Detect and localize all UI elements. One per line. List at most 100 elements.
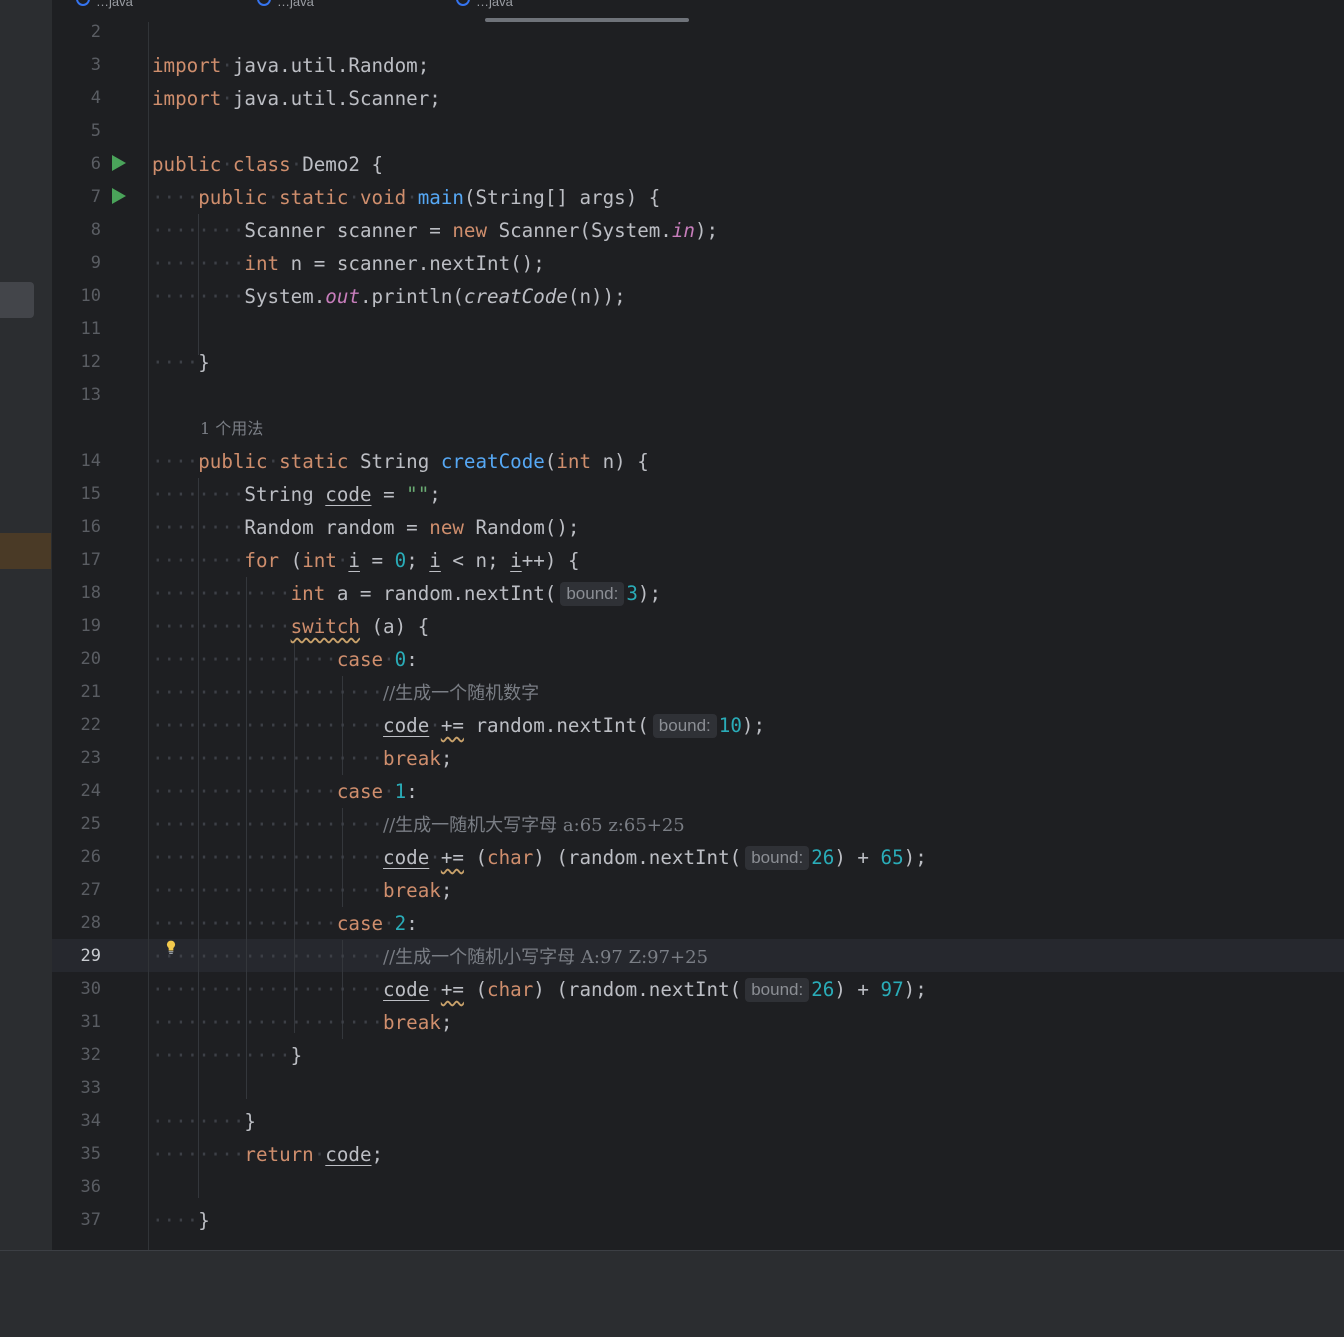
code-text: : xyxy=(406,648,418,671)
code-text: System. xyxy=(244,285,326,308)
tool-window-button-bookmark[interactable] xyxy=(0,533,51,569)
line-number: 25 xyxy=(80,814,101,834)
editor-gutter: 2 3 4 5 6 7 8 9 10 11 12 13 14 15 16 17 … xyxy=(52,22,176,1250)
reassigned-variable: code xyxy=(383,846,430,869)
parameter-hint: bound: xyxy=(745,846,810,870)
code-text: } xyxy=(290,1044,303,1067)
code-text: n) { xyxy=(591,450,649,473)
code-text: a = random.nextInt( xyxy=(325,582,557,605)
code-editor[interactable]: 2 3 4 5 6 7 8 9 10 11 12 13 14 15 16 17 … xyxy=(52,22,1344,1250)
keyword: new xyxy=(452,219,488,242)
code-line: ············int a = random.nextInt(bound… xyxy=(152,582,661,606)
line-number: 27 xyxy=(80,880,101,900)
keyword: int xyxy=(244,252,280,275)
parameter-hint: bound: xyxy=(560,582,625,606)
tool-window-button-active[interactable] xyxy=(0,282,34,318)
code-text: } xyxy=(198,351,210,374)
code-text: ( xyxy=(463,846,488,869)
line-number: 31 xyxy=(80,1012,101,1032)
line-number: 34 xyxy=(80,1111,101,1131)
code-text: String xyxy=(348,450,441,473)
code-text: ); xyxy=(741,714,765,737)
code-text: ( xyxy=(463,978,488,1001)
code-text: ) + xyxy=(834,978,881,1001)
code-text: ); xyxy=(903,846,927,869)
line-number: 10 xyxy=(80,286,101,306)
line-number: 22 xyxy=(80,715,101,735)
code-text: : xyxy=(406,780,418,803)
line-number: 18 xyxy=(80,583,101,603)
code-line-current: ····················//生成一个随机小写字母 A:97 Z:… xyxy=(152,945,709,968)
code-text: ); xyxy=(694,219,719,242)
reassigned-variable: i xyxy=(510,549,522,572)
number-literal: 97 xyxy=(880,978,904,1001)
code-text: ; xyxy=(406,549,430,572)
code-text: : xyxy=(406,912,418,935)
keyword: void xyxy=(359,186,407,209)
line-number: 30 xyxy=(80,979,101,999)
code-line: ····················//生成一个随机数字 xyxy=(152,681,540,704)
keyword: public xyxy=(198,186,268,209)
operator-warning[interactable]: += xyxy=(441,846,464,869)
number-literal: 26 xyxy=(811,846,835,869)
keyword: int xyxy=(302,549,337,572)
line-number: 23 xyxy=(80,748,101,768)
code-line: ····················code·+= (char) (rand… xyxy=(152,978,927,1002)
line-number: 8 xyxy=(90,220,101,240)
code-text: java.util.Random; xyxy=(232,54,430,77)
code-area[interactable]: import·java.util.Random; import·java.uti… xyxy=(152,22,1344,1250)
run-icon[interactable] xyxy=(112,188,126,204)
code-line: ············switch (a) { xyxy=(152,615,430,638)
ide-window: …java …java …java 2 3 4 5 6 7 8 9 10 11 … xyxy=(0,0,1344,1337)
keyword-warning[interactable]: switch xyxy=(291,615,360,638)
code-text: n = scanner.nextInt(); xyxy=(279,252,545,275)
line-number: 21 xyxy=(80,682,101,702)
operator-warning[interactable]: += xyxy=(441,978,464,1001)
keyword: case xyxy=(336,648,384,671)
code-line: ········} xyxy=(152,1110,256,1133)
keyword: char xyxy=(487,846,534,869)
line-number: 17 xyxy=(80,550,101,570)
keyword: public xyxy=(198,450,268,473)
keyword: static xyxy=(279,186,349,209)
code-text: ( xyxy=(544,450,557,473)
code-text: = xyxy=(371,483,407,506)
code-text: } xyxy=(244,1110,256,1133)
line-number: 26 xyxy=(80,847,101,867)
string-literal: "" xyxy=(406,483,430,506)
reassigned-variable: i xyxy=(348,549,360,572)
code-text: ; xyxy=(440,879,453,902)
keyword: break xyxy=(383,747,441,770)
line-number: 35 xyxy=(80,1144,101,1164)
code-line: ····public·static·void·main(String[] arg… xyxy=(152,186,661,209)
number-literal: 3 xyxy=(626,582,638,605)
left-tool-strip xyxy=(0,0,53,1250)
method-name: main xyxy=(417,186,464,209)
code-text: < n; xyxy=(440,549,511,572)
code-text: ( xyxy=(279,549,303,572)
editor-tab[interactable]: …java xyxy=(277,0,314,9)
code-text: ); xyxy=(637,582,661,605)
code-line: ····················code·+= random.nextI… xyxy=(152,714,765,738)
code-text: .println( xyxy=(359,285,464,308)
code-text: ; xyxy=(371,1143,384,1166)
code-text: ; xyxy=(429,483,441,506)
java-class-icon xyxy=(257,0,271,6)
keyword: case xyxy=(336,912,384,935)
number-literal: 0 xyxy=(394,648,407,671)
code-text: random.nextInt( xyxy=(463,714,649,737)
editor-tab[interactable]: …java xyxy=(96,0,133,9)
usages-hint[interactable]: 1 个用法 xyxy=(200,412,263,445)
number-literal: 2 xyxy=(394,912,407,935)
operator-warning[interactable]: += xyxy=(441,714,464,737)
line-number: 28 xyxy=(80,913,101,933)
editor-tab-active[interactable]: …java xyxy=(476,0,513,9)
line-number: 9 xyxy=(90,253,101,273)
keyword: static xyxy=(279,450,349,473)
run-icon[interactable] xyxy=(112,155,126,171)
line-number-current: 29 xyxy=(80,946,101,966)
keyword: public xyxy=(152,153,222,176)
line-number: 6 xyxy=(90,154,101,174)
line-number: 13 xyxy=(80,385,101,405)
number-literal: 26 xyxy=(811,978,835,1001)
